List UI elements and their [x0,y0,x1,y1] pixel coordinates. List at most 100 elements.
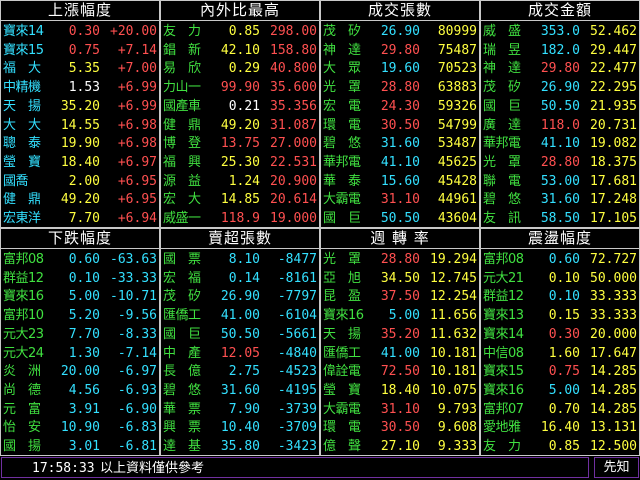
stock-row[interactable]: 易 欣 0.29 40.800 [161,59,319,79]
stock-row[interactable]: 國產車 0.21 35.356 [161,97,319,117]
stock-row[interactable]: 國喬 2.00 +6.95 [1,172,159,192]
stock-row[interactable]: 寶來13 0.15 33.333 [481,306,639,326]
stock-row[interactable]: 國 揚 3.01 -6.81 [1,437,159,455]
stock-row[interactable]: 達 基 35.80 -3423 [161,437,319,455]
stock-row[interactable]: 富邦10 5.20 -9.56 [1,306,159,326]
stock-row[interactable]: 廣 達 118.0 20.731 [481,116,639,136]
stock-row[interactable]: 寶來16 5.00 14.285 [481,381,639,401]
stock-row[interactable]: 群益12 0.10 33.333 [481,287,639,307]
stock-row[interactable]: 匯僑工 41.00 -6104 [161,306,319,326]
stock-row[interactable]: 華 票 7.90 -3739 [161,400,319,420]
stock-row[interactable]: 天 揚 35.20 +6.99 [1,97,159,117]
stock-row[interactable]: 國 票 8.10 -8477 [161,250,319,270]
stock-row[interactable]: 中 產 12.05 -4840 [161,344,319,364]
stock-name: 宏東洋 [3,211,41,226]
stock-row[interactable]: 寶來15 0.75 +7.14 [1,41,159,61]
stock-row[interactable]: 大霸電 31.10 9.793 [321,400,479,420]
stock-row[interactable]: 中精機 1.53 +6.99 [1,78,159,98]
stock-row[interactable]: 環 電 30.50 9.608 [321,418,479,438]
stock-row[interactable]: 宏 電 24.30 59326 [321,97,479,117]
stock-row[interactable]: 瑞 昱 182.0 29.447 [481,41,639,61]
stock-name: 富邦10 [3,308,44,324]
stock-row[interactable]: 茂 矽 26.90 80999 [321,22,479,42]
stock-row[interactable]: 碧 悠 31.60 17.248 [481,190,639,210]
stock-row[interactable]: 華邦電 41.10 45625 [321,153,479,173]
stock-row[interactable]: 元大24 1.30 -7.14 [1,344,159,364]
stock-row[interactable]: 碧 悠 31.60 53487 [321,134,479,154]
stock-row[interactable]: 華邦電 41.10 19.082 [481,134,639,154]
stock-metric-value: 11.632 [430,326,477,342]
stock-price: 34.50 [380,270,420,286]
stock-metric-value: 63883 [437,80,477,96]
stock-row[interactable]: 友 力 0.85 298.00 [161,22,319,42]
stock-row[interactable]: 福 興 25.30 22.531 [161,153,319,173]
stock-row[interactable]: 健 鼎 49.20 31.087 [161,116,319,136]
stock-row[interactable]: 茂 矽 26.90 22.295 [481,78,639,98]
stock-row[interactable]: 元 富 3.91 -6.90 [1,400,159,420]
stock-price: 0.60 [548,252,580,267]
stock-row[interactable]: 大 大 14.55 +6.98 [1,116,159,136]
stock-row[interactable]: 神 達 29.80 22.477 [481,59,639,79]
stock-price: 19.60 [380,61,420,77]
stock-row[interactable]: 億 聲 27.10 9.333 [321,437,479,455]
stock-row[interactable]: 錩 新 42.10 158.80 [161,41,319,61]
stock-row[interactable]: 大 眾 19.60 70523 [321,59,479,79]
stock-row[interactable]: 國 巨 50.50 43604 [321,209,479,227]
stock-row[interactable]: 環 電 30.50 54799 [321,116,479,136]
stock-row[interactable]: 國 巨 50.50 -5661 [161,325,319,345]
stock-row[interactable]: 威盛一 118.9 19.000 [161,209,319,227]
stock-row[interactable]: 富邦08 0.60 72.727 [481,250,639,270]
stock-row[interactable]: 聰 泰 19.90 +6.98 [1,134,159,154]
stock-row[interactable]: 愛地雅 16.40 13.131 [481,418,639,438]
stock-row[interactable]: 寶來16 5.00 11.656 [321,306,479,326]
stock-row[interactable]: 福 大 5.35 +7.00 [1,59,159,79]
prophet-button[interactable]: 先知 [594,457,639,478]
stock-row[interactable]: 源 益 1.24 20.900 [161,172,319,192]
stock-row[interactable]: 威 盛 353.0 52.462 [481,22,639,42]
stock-row[interactable]: 神 達 29.80 75487 [321,41,479,61]
stock-row[interactable]: 光 罩 28.80 18.375 [481,153,639,173]
stock-row[interactable]: 光 罩 28.80 63883 [321,78,479,98]
stock-row[interactable]: 富邦08 0.60 -63.63 [1,250,159,270]
stock-row[interactable]: 宏 大 14.85 20.614 [161,190,319,210]
stock-row[interactable]: 博 登 13.75 27.000 [161,134,319,154]
stock-row[interactable]: 光 罩 28.80 19.294 [321,250,479,270]
stock-row[interactable]: 華 泰 15.60 45428 [321,172,479,192]
stock-row[interactable]: 宏 福 0.14 -8161 [161,269,319,289]
stock-name: 中信08 [483,345,524,361]
stock-row[interactable]: 尚 德 4.56 -6.93 [1,381,159,401]
stock-row[interactable]: 力山一 99.90 35.600 [161,78,319,98]
stock-row[interactable]: 中信08 1.60 17.647 [481,344,639,364]
stock-row[interactable]: 茂 矽 26.90 -7797 [161,287,319,307]
stock-row[interactable]: 天 揚 35.20 11.632 [321,325,479,345]
stock-row[interactable]: 群益12 0.10 -33.33 [1,269,159,289]
stock-row[interactable]: 友 訊 58.50 17.105 [481,209,639,227]
stock-row[interactable]: 瑩 寶 18.40 +6.97 [1,153,159,173]
stock-row[interactable]: 元大21 0.10 50.000 [481,269,639,289]
stock-row[interactable]: 寶來15 0.75 14.285 [481,362,639,382]
stock-row[interactable]: 元大23 7.70 -8.33 [1,325,159,345]
stock-row[interactable]: 匯僑工 41.00 10.181 [321,344,479,364]
stock-row[interactable]: 宏東洋 7.70 +6.94 [1,209,159,227]
status-bar: 17:58:33 以上資料僅供參考 先知 [0,456,640,480]
stock-row[interactable]: 炎 洲 20.00 -6.97 [1,362,159,382]
stock-row[interactable]: 昆 盈 37.50 12.254 [321,287,479,307]
stock-row[interactable]: 大霸電 31.10 44961 [321,190,479,210]
stock-row[interactable]: 聯 電 53.00 17.681 [481,172,639,192]
stock-price: 2.00 [68,173,100,189]
stock-row[interactable]: 長 億 2.75 -4523 [161,362,319,382]
stock-row[interactable]: 瑩 寶 18.40 10.075 [321,381,479,401]
stock-row[interactable]: 健 鼎 49.20 +6.95 [1,190,159,210]
stock-row[interactable]: 寶來14 0.30 20.000 [481,325,639,345]
stock-row[interactable]: 富邦07 0.70 14.285 [481,400,639,420]
stock-row[interactable]: 亞 旭 34.50 12.745 [321,269,479,289]
stock-row[interactable]: 偉詮電 72.50 10.181 [321,362,479,382]
stock-row[interactable]: 怡 安 10.90 -6.83 [1,418,159,438]
stock-row[interactable]: 碧 悠 31.60 -4195 [161,381,319,401]
stock-row[interactable]: 寶來16 5.00 -10.71 [1,287,159,307]
stock-price: 30.50 [380,420,420,436]
stock-row[interactable]: 國 巨 50.50 21.935 [481,97,639,117]
stock-row[interactable]: 興 票 10.40 -3709 [161,418,319,438]
stock-row[interactable]: 友 力 0.85 12.500 [481,437,639,455]
stock-row[interactable]: 寶來14 0.30 +20.00 [1,22,159,42]
